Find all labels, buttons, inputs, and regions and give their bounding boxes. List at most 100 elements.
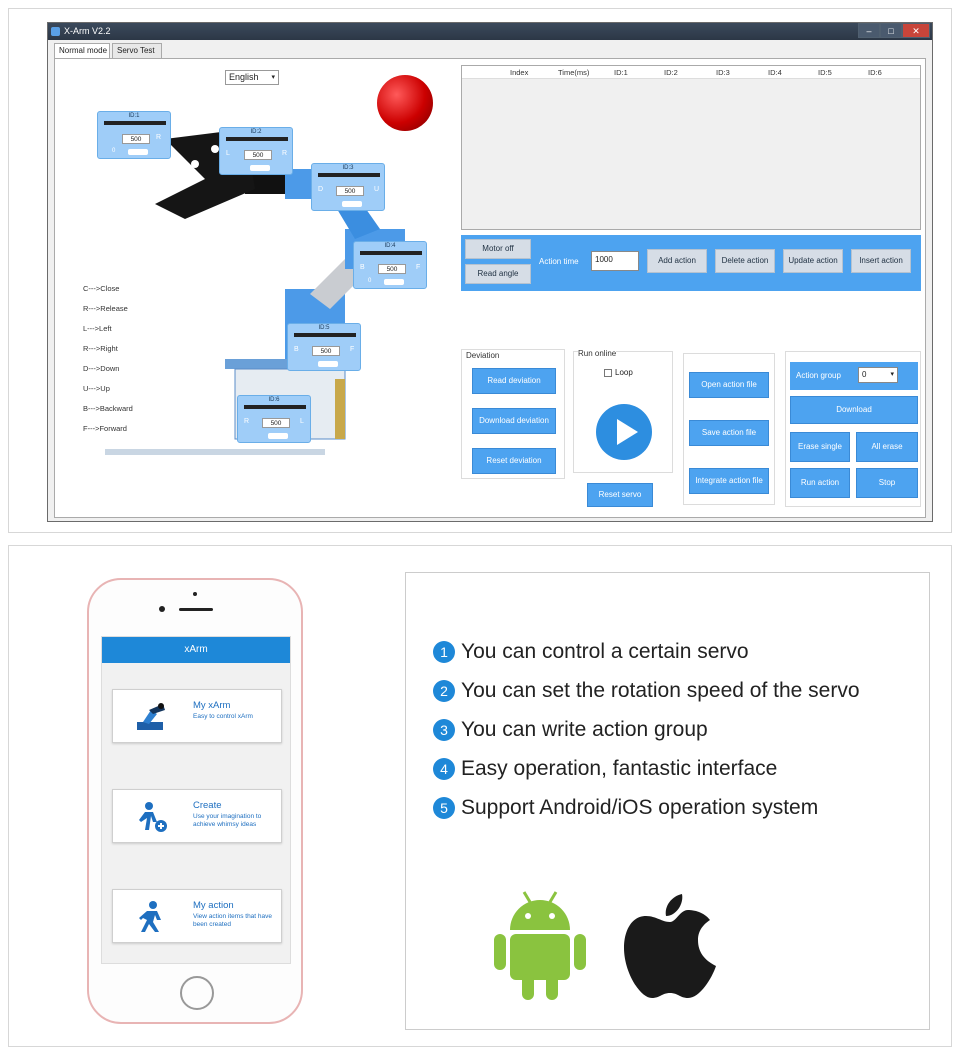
checkbox-box[interactable]: [604, 368, 612, 377]
column-header-time[interactable]: Time(ms): [558, 68, 589, 77]
insert-action-button[interactable]: Insert action: [851, 249, 911, 273]
servo-value-field[interactable]: 500: [122, 134, 150, 144]
action-time-label: Action time: [539, 257, 579, 266]
column-header-id1[interactable]: ID:1: [614, 68, 628, 77]
read-angle-button[interactable]: Read angle: [465, 264, 531, 284]
run-online-title: Run online: [578, 349, 617, 358]
loop-checkbox[interactable]: Loop: [604, 368, 633, 377]
legend-up: U--->Up: [83, 384, 110, 393]
column-header-id6[interactable]: ID:6: [868, 68, 882, 77]
column-header-id2[interactable]: ID:2: [664, 68, 678, 77]
servo-slider-track[interactable]: [244, 405, 306, 409]
play-button[interactable]: [596, 404, 652, 460]
servo-control-id2[interactable]: ID:2 500 L R: [219, 127, 293, 175]
maximize-icon[interactable]: □: [880, 23, 902, 38]
servo-speed-slider[interactable]: [318, 361, 338, 367]
tab-servo-test[interactable]: Servo Test: [112, 43, 162, 58]
app-bar-title: xArm: [102, 637, 290, 663]
servo-slider-track[interactable]: [226, 137, 288, 141]
card-my-xarm[interactable]: My xArm Easy to control xArm: [112, 689, 282, 743]
phone-speaker: [179, 608, 213, 611]
open-action-file-button[interactable]: Open action file: [689, 372, 769, 398]
action-toolbar: Motor off Read angle Action time 1000 Ad…: [461, 235, 921, 291]
servo-value-field[interactable]: 500: [336, 186, 364, 196]
language-select[interactable]: English ▾: [225, 70, 279, 85]
servo-control-id6[interactable]: ID:6 500 R L: [237, 395, 311, 443]
language-select-value: English: [229, 72, 259, 82]
robot-arm-icon: [137, 703, 165, 730]
android-icon: [494, 891, 586, 1000]
action-file-group: Open action file Save action file Integr…: [683, 353, 775, 505]
run-action-button[interactable]: Run action: [790, 468, 850, 498]
home-button[interactable]: [180, 976, 214, 1010]
servo-slider-track[interactable]: [104, 121, 166, 125]
servo-value-field[interactable]: 500: [262, 418, 290, 428]
window-title: X-Arm V2.2: [64, 26, 111, 36]
servo-speed-slider[interactable]: [342, 201, 362, 207]
download-deviation-button[interactable]: Download deviation: [472, 408, 556, 434]
servo-speed-slider[interactable]: [268, 433, 288, 439]
save-action-file-button[interactable]: Save action file: [689, 420, 769, 446]
card-subtitle: View action items that have been created: [193, 913, 273, 928]
servo-slider-track[interactable]: [318, 173, 380, 177]
reset-servo-button[interactable]: Reset servo: [587, 483, 653, 507]
card-create[interactable]: Create Use your imagination to achieve w…: [112, 789, 282, 843]
action-group-select[interactable]: 0 ▾: [858, 367, 898, 383]
servo-control-id1[interactable]: ID:1 500 R 0: [97, 111, 171, 159]
feature-number: 1: [433, 641, 455, 663]
feature-number: 4: [433, 758, 455, 780]
servo-speed-slider[interactable]: [128, 149, 148, 155]
card-title: My xArm: [193, 700, 231, 711]
create-person-icon: [139, 802, 167, 832]
read-deviation-button[interactable]: Read deviation: [472, 368, 556, 394]
deviation-title: Deviation: [466, 351, 500, 360]
column-header-id4[interactable]: ID:4: [768, 68, 782, 77]
servo-value-field[interactable]: 500: [312, 346, 340, 356]
legend-right: R--->Right: [83, 344, 118, 353]
reset-deviation-button[interactable]: Reset deviation: [472, 448, 556, 474]
action-table[interactable]: Index Time(ms) ID:1 ID:2 ID:3 ID:4 ID:5 …: [461, 65, 921, 230]
column-header-id3[interactable]: ID:3: [716, 68, 730, 77]
legend-release: R--->Release: [83, 304, 128, 313]
feature-number: 5: [433, 797, 455, 819]
phone-mockup: xArm My xArm Easy to control xArm Create…: [87, 578, 303, 1024]
legend-backward: B--->Backward: [83, 404, 133, 413]
update-action-button[interactable]: Update action: [783, 249, 843, 273]
erase-single-button[interactable]: Erase single: [790, 432, 850, 462]
feature-item-2: 2 You can set the rotation speed of the s…: [433, 679, 860, 703]
action-time-input[interactable]: 1000: [591, 251, 639, 271]
motor-off-button[interactable]: Motor off: [465, 239, 531, 259]
column-header-index[interactable]: Index: [510, 68, 528, 77]
add-action-button[interactable]: Add action: [647, 249, 707, 273]
download-group-button[interactable]: Download: [790, 396, 918, 424]
servo-control-id3[interactable]: ID:3 500 D U: [311, 163, 385, 211]
all-erase-button[interactable]: All erase: [856, 432, 918, 462]
play-icon: [617, 419, 638, 445]
legend-left: L--->Left: [83, 324, 112, 333]
apple-icon: [624, 894, 716, 998]
stop-button[interactable]: Stop: [856, 468, 918, 498]
servo-slider-track[interactable]: [360, 251, 422, 255]
servo-slider-track[interactable]: [294, 333, 356, 337]
column-header-id5[interactable]: ID:5: [818, 68, 832, 77]
minimize-icon[interactable]: –: [858, 23, 880, 38]
delete-action-button[interactable]: Delete action: [715, 249, 775, 273]
tab-normal-mode[interactable]: Normal mode: [54, 43, 110, 59]
feature-text: You can control a certain servo: [461, 640, 749, 663]
arm-ground: [105, 449, 325, 455]
feature-item-4: 4 Easy operation, fantastic interface: [433, 757, 777, 781]
card-title: Create: [193, 800, 222, 811]
servo-value-field[interactable]: 500: [378, 264, 406, 274]
run-online-group: Run online Loop: [573, 349, 673, 473]
servo-speed-slider[interactable]: [250, 165, 270, 171]
legend-close: C--->Close: [83, 284, 120, 293]
servo-speed-slider[interactable]: [384, 279, 404, 285]
card-my-action[interactable]: My action View action items that have be…: [112, 889, 282, 943]
close-icon[interactable]: ✕: [902, 23, 930, 38]
servo-control-id5[interactable]: ID:5 500 B F: [287, 323, 361, 371]
servo-value-field[interactable]: 500: [244, 150, 272, 160]
integrate-action-file-button[interactable]: Integrate action file: [689, 468, 769, 494]
feature-item-5: 5 Support Android/iOS operation system: [433, 796, 818, 820]
servo-control-id4[interactable]: ID:4 500 B F 0: [353, 241, 427, 289]
legend-forward: F--->Forward: [83, 424, 127, 433]
